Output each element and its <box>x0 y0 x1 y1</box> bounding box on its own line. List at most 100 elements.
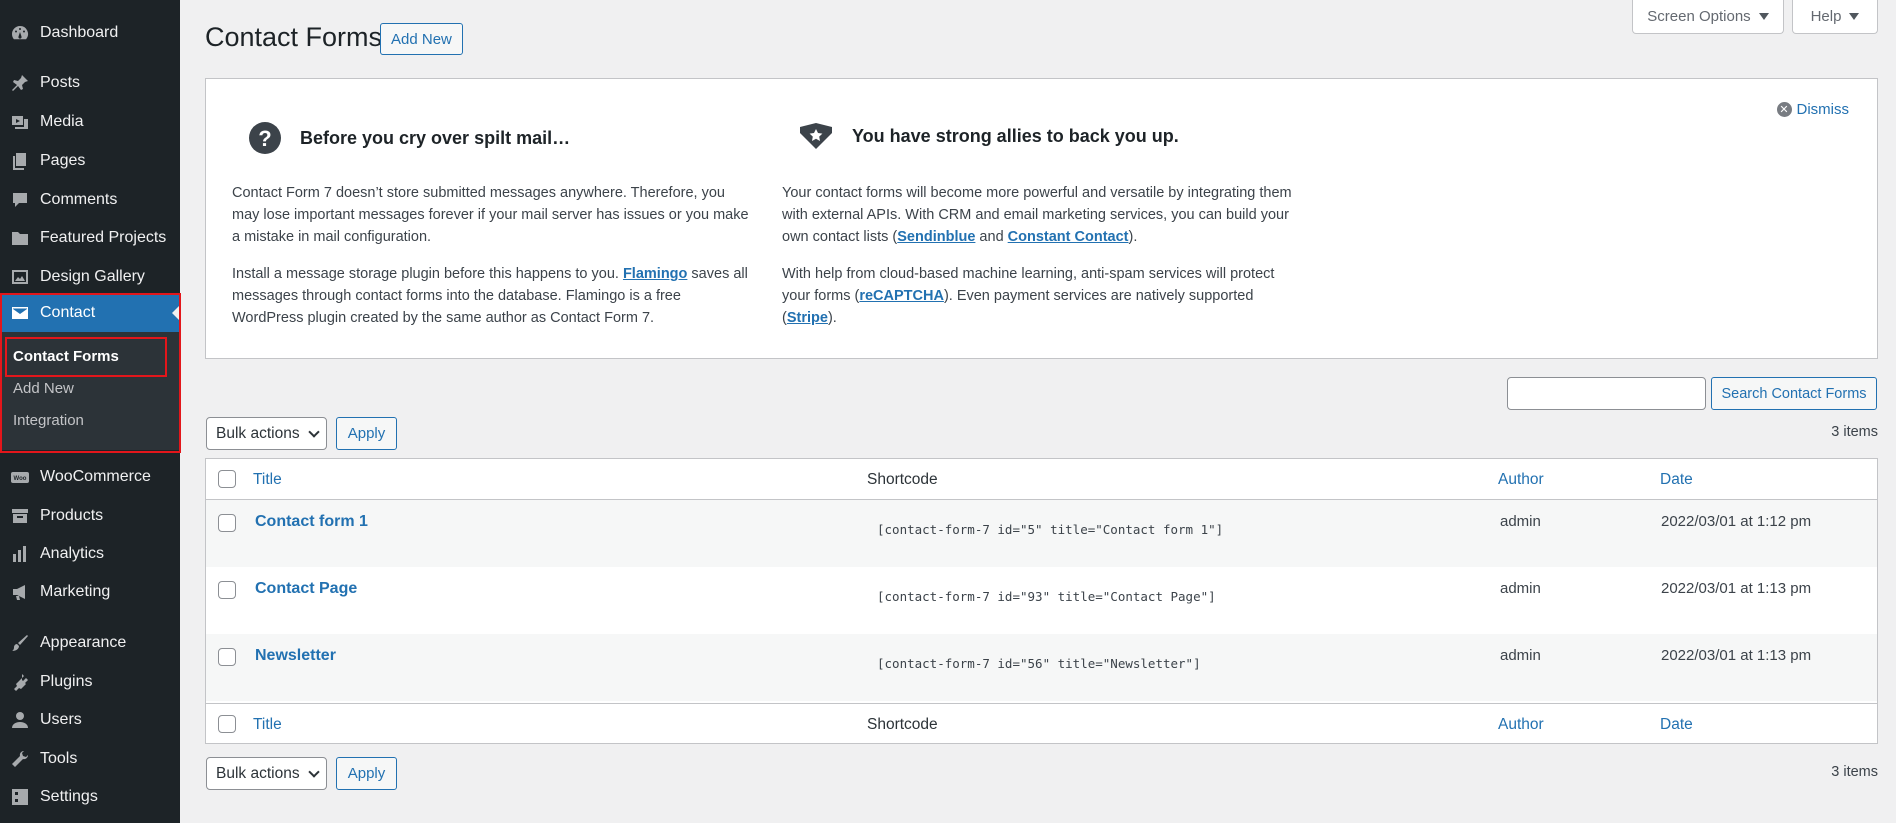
menu-comments-label: Comments <box>40 191 118 208</box>
submenu-add-new[interactable]: Add New <box>13 380 74 397</box>
table-row: Contact Page [contact-form-7 id="93" tit… <box>206 567 1877 634</box>
table-row: Newsletter [contact-form-7 id="56" title… <box>206 634 1877 701</box>
welcome-left-p2-text-a: Install a message storage plugin before … <box>232 266 623 282</box>
dismiss-link[interactable]: ✕ Dismiss <box>1776 101 1850 118</box>
menu-tools-label: Tools <box>40 750 78 767</box>
screen-options-label: Screen Options <box>1647 8 1751 25</box>
column-title-footer[interactable]: Title <box>253 716 282 734</box>
row-title-link[interactable]: Newsletter <box>255 647 336 665</box>
row-title-link[interactable]: Contact form 1 <box>255 513 368 531</box>
items-count-top: 3 items <box>1831 424 1878 440</box>
menu-contact[interactable]: Contact <box>0 294 180 332</box>
page-title: Contact Forms <box>205 22 383 52</box>
column-title-header[interactable]: Title <box>253 471 282 489</box>
user-icon <box>0 710 40 730</box>
search-contact-forms-button[interactable]: Search Contact Forms <box>1711 377 1877 410</box>
row-shortcode: [contact-form-7 id="56" title="Newslette… <box>877 656 1201 671</box>
menu-featured-projects[interactable]: Featured Projects <box>0 219 180 257</box>
row-author: admin <box>1500 647 1541 664</box>
menu-posts[interactable]: Posts <box>0 64 180 102</box>
stripe-link[interactable]: Stripe <box>787 310 828 326</box>
menu-marketing[interactable]: Marketing <box>0 573 180 611</box>
menu-media-label: Media <box>40 113 84 130</box>
media-icon <box>0 112 40 132</box>
menu-woocommerce[interactable]: Woo WooCommerce <box>0 458 180 496</box>
bulk-actions-select-top[interactable]: Bulk actions <box>206 417 327 450</box>
submenu-integration[interactable]: Integration <box>13 412 84 429</box>
svg-text:?: ? <box>258 126 271 151</box>
menu-contact-label: Contact <box>40 304 96 321</box>
paintbrush-icon <box>0 633 40 653</box>
caret-down-icon <box>1849 13 1860 20</box>
welcome-right-paragraph-1: Your contact forms will become more powe… <box>782 182 1302 248</box>
settings-icon <box>0 787 40 807</box>
apply-button-top[interactable]: Apply <box>336 417 397 450</box>
dashboard-icon <box>0 23 40 43</box>
row-shortcode: [contact-form-7 id="5" title="Contact fo… <box>877 522 1224 537</box>
welcome-panel: ✕ Dismiss ? Before you cry over spilt ma… <box>205 78 1878 359</box>
row-checkbox[interactable] <box>218 648 236 666</box>
dismiss-label: Dismiss <box>1796 101 1850 118</box>
column-shortcode-footer: Shortcode <box>867 716 938 733</box>
menu-marketing-label: Marketing <box>40 583 111 600</box>
row-checkbox[interactable] <box>218 581 236 599</box>
select-all-checkbox-footer[interactable] <box>218 715 236 733</box>
items-count-bottom: 3 items <box>1831 764 1878 780</box>
woo-icon: Woo <box>0 467 40 487</box>
menu-design-gallery-label: Design Gallery <box>40 268 145 285</box>
chevron-down-icon <box>307 765 320 778</box>
apply-button-bottom[interactable]: Apply <box>336 757 397 790</box>
row-author: admin <box>1500 580 1541 597</box>
welcome-left-paragraph-1: Contact Form 7 doesn’t store submitted m… <box>232 185 749 245</box>
bulk-actions-select-bottom[interactable]: Bulk actions <box>206 757 327 790</box>
menu-analytics[interactable]: Analytics <box>0 535 180 573</box>
menu-comments[interactable]: Comments <box>0 181 180 219</box>
svg-text:Woo: Woo <box>14 476 27 482</box>
chevron-down-icon <box>307 425 320 438</box>
row-author: admin <box>1500 513 1541 530</box>
menu-appearance[interactable]: Appearance <box>0 624 180 662</box>
row-checkbox[interactable] <box>218 514 236 532</box>
row-title-link[interactable]: Contact Page <box>255 580 357 598</box>
welcome-right-p1-text-end: ). <box>1128 229 1138 245</box>
menu-settings[interactable]: Settings <box>0 778 180 816</box>
row-date: 2022/03/01 at 1:12 pm <box>1661 513 1812 530</box>
menu-posts-label: Posts <box>40 74 81 91</box>
welcome-right-p2-text-end: ). <box>827 310 837 326</box>
column-date-header[interactable]: Date <box>1660 471 1693 489</box>
gallery-icon <box>0 267 40 287</box>
sendinblue-link[interactable]: Sendinblue <box>897 229 975 245</box>
menu-dashboard[interactable]: Dashboard <box>0 14 180 52</box>
envelope-icon <box>0 303 40 323</box>
constant-contact-link[interactable]: Constant Contact <box>1008 229 1129 245</box>
welcome-right-heading-text: You have strong allies to back you up. <box>852 125 1179 146</box>
menu-users[interactable]: Users <box>0 701 180 739</box>
menu-tools[interactable]: Tools <box>0 740 180 778</box>
recaptcha-link[interactable]: reCAPTCHA <box>859 288 944 304</box>
column-date-footer[interactable]: Date <box>1660 716 1693 734</box>
column-author-header[interactable]: Author <box>1498 471 1544 489</box>
menu-pages[interactable]: Pages <box>0 142 180 180</box>
pin-icon <box>0 73 40 93</box>
table-header: Title Shortcode Author Date <box>206 459 1877 500</box>
select-all-checkbox[interactable] <box>218 470 236 488</box>
menu-products[interactable]: Products <box>0 497 180 535</box>
help-button[interactable]: Help <box>1792 0 1878 34</box>
add-new-button[interactable]: Add New <box>380 23 463 55</box>
menu-design-gallery[interactable]: Design Gallery <box>0 258 180 296</box>
welcome-right-p1-text-mid: and <box>975 229 1008 245</box>
welcome-left-paragraph-2: Install a message storage plugin before … <box>232 263 752 329</box>
bar-chart-icon <box>0 544 40 564</box>
screen-options-button[interactable]: Screen Options <box>1632 0 1784 34</box>
table-row: Contact form 1 [contact-form-7 id="5" ti… <box>206 500 1877 567</box>
menu-plugins[interactable]: Plugins <box>0 663 180 701</box>
table-footer: Title Shortcode Author Date <box>206 703 1877 744</box>
submenu-contact-forms[interactable]: Contact Forms <box>13 348 119 365</box>
search-input[interactable] <box>1507 377 1706 410</box>
menu-media[interactable]: Media <box>0 103 180 141</box>
column-author-footer[interactable]: Author <box>1498 716 1544 734</box>
menu-settings-label: Settings <box>40 788 98 805</box>
pages-icon <box>0 151 40 171</box>
flamingo-link[interactable]: Flamingo <box>623 266 687 282</box>
welcome-left-heading-text: Before you cry over spilt mail… <box>300 127 571 148</box>
